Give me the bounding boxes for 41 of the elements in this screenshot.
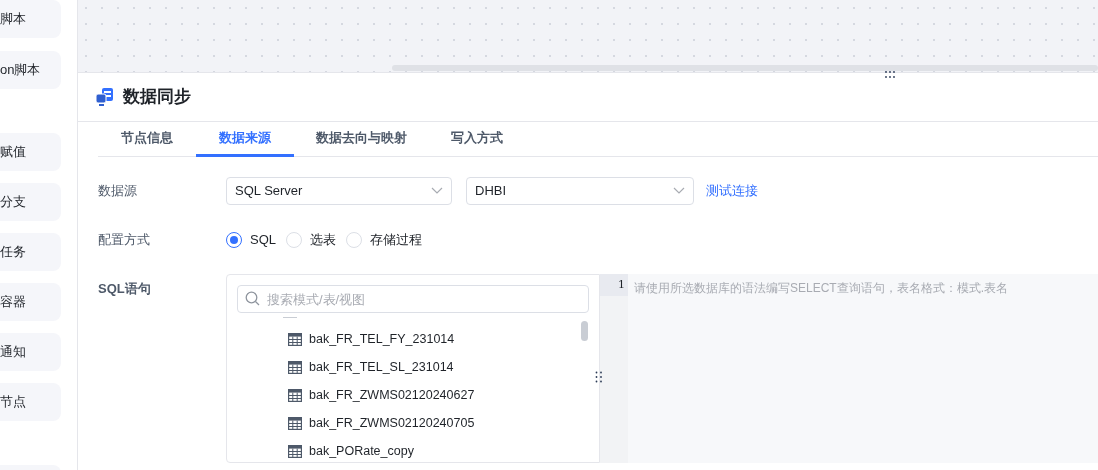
table-list-item[interactable]: bak_PORate_copy (288, 437, 599, 462)
tab[interactable]: 写入方式 (428, 122, 526, 157)
drag-handle-icon[interactable] (884, 71, 896, 79)
line-number: 1 (600, 274, 628, 296)
test-connection-link[interactable]: 测试连接 (706, 181, 758, 201)
code-editor[interactable]: 1 请使用所选数据库的语法编写SELECT查询语句，表名格式：模式.表名 (600, 274, 1098, 463)
sidebar-item[interactable]: on脚本 (0, 51, 61, 89)
sidebar-item[interactable]: 通知 (0, 333, 61, 371)
field-label: 数据源 (98, 182, 138, 201)
table-icon (288, 416, 302, 430)
tab[interactable]: 节点信息 (98, 122, 196, 157)
radio-label: 选表 (310, 231, 336, 250)
table-icon (288, 360, 302, 374)
table-list-item[interactable]: bak_FR_TEL_FY_231014 (288, 325, 599, 353)
source-type-select[interactable]: SQL Server (226, 177, 452, 205)
search-icon (245, 291, 260, 306)
chevron-down-icon (673, 187, 685, 195)
table-list-item[interactable]: bak_FR_ZWMS02120240627 (288, 381, 599, 409)
table-icon (288, 444, 302, 458)
radio-label: 存储过程 (370, 231, 422, 250)
search-field[interactable]: 搜索模式/表/视图 (237, 285, 589, 313)
table-icon (288, 332, 302, 346)
sidebar-item[interactable]: 容器 (0, 283, 61, 321)
sidebar-item[interactable]: 节点 (0, 383, 61, 421)
data-sync-icon (95, 87, 115, 107)
field-label: SQL语句 (98, 280, 152, 298)
database-select[interactable]: DHBI (466, 177, 694, 205)
radio-label: SQL (250, 231, 276, 250)
table-list-item[interactable]: bak_FR_ZWMS02120240705 (288, 409, 599, 437)
panel-title: 数据同步 (123, 86, 191, 109)
tab[interactable]: 数据去向与映射 (294, 122, 428, 157)
sidebar-item[interactable]: 赋值 (0, 133, 61, 171)
chevron-down-icon (431, 187, 443, 195)
sidebar-item[interactable]: 任务 (0, 233, 61, 271)
field-label: 配置方式 (98, 231, 151, 250)
table-icon (288, 388, 302, 402)
tab[interactable]: 数据来源 (196, 122, 294, 157)
table-list-item[interactable]: bak_FR_TEL_SL_231014 (288, 353, 599, 381)
sidebar-item[interactable]: 脚本 (0, 0, 61, 38)
sidebar-item[interactable]: 分支 (0, 183, 61, 221)
editor-placeholder: 请使用所选数据库的语法编写SELECT查询语句，表名格式：模式.表名 (633, 280, 1008, 297)
